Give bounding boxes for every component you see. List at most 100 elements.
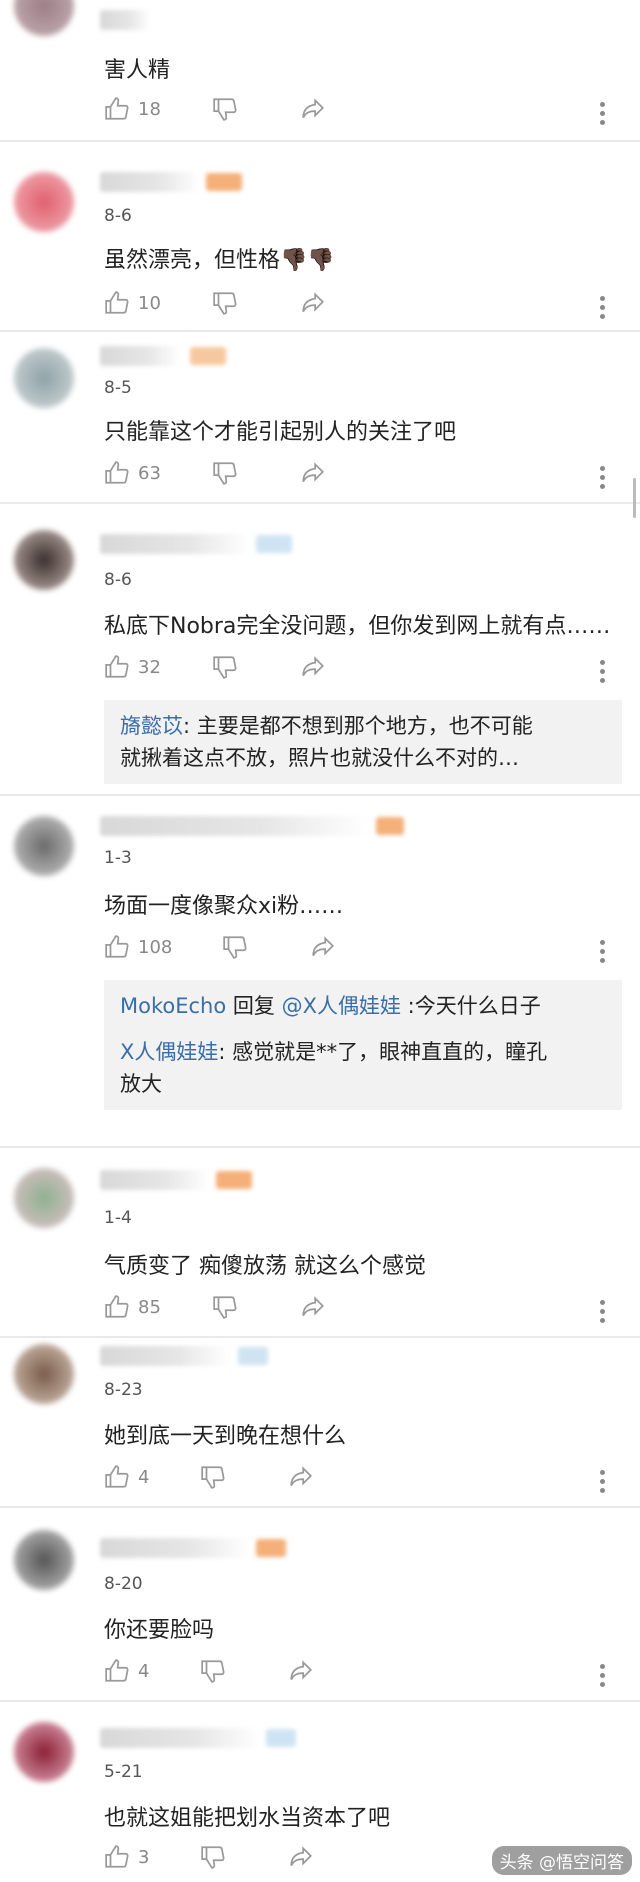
like-button[interactable]: 18 [104, 96, 161, 122]
thumbs-down-icon [201, 1846, 225, 1869]
username-blurred[interactable] [100, 10, 150, 30]
like-button[interactable]: 63 [104, 460, 161, 486]
share-button[interactable] [300, 1294, 326, 1320]
like-button[interactable]: 4 [104, 1464, 149, 1490]
like-button[interactable]: 108 [104, 934, 172, 960]
share-button[interactable] [288, 1844, 314, 1870]
username-blurred[interactable] [100, 534, 250, 554]
dislike-button[interactable] [222, 934, 248, 960]
dislike-button[interactable] [212, 654, 238, 680]
like-button[interactable]: 85 [104, 1294, 161, 1320]
comment-text: 害人精 [104, 58, 171, 83]
username-blurred[interactable] [100, 172, 200, 192]
user-badge [190, 347, 226, 365]
like-button[interactable]: 10 [104, 290, 161, 316]
thumbs-up-icon [105, 97, 129, 120]
avatar[interactable] [14, 1344, 74, 1404]
reply-target[interactable]: @X人偶娃娃 [282, 994, 401, 1018]
avatar[interactable] [14, 1722, 74, 1782]
username-blurred[interactable] [100, 346, 180, 366]
more-dots-icon[interactable] [600, 1300, 608, 1323]
share-button[interactable] [288, 1658, 314, 1684]
like-count: 4 [138, 1466, 150, 1488]
more-dots-icon[interactable] [600, 296, 608, 319]
reply-box[interactable]: 旖懿苡: 主要是都不想到那个地方，也不可能 就揪着这点不放，照片也就没什么不对的… [104, 700, 622, 784]
username-blurred[interactable] [100, 1538, 250, 1558]
dislike-button[interactable] [212, 460, 238, 486]
like-button[interactable]: 3 [104, 1844, 149, 1870]
comment-date: 8-5 [104, 378, 132, 398]
like-count: 85 [138, 1296, 161, 1318]
dislike-button[interactable] [200, 1658, 226, 1684]
comment-list-page: 害人精 18 8-6 虽然漂亮，但性格👎🏿👎🏿 10 8-5 只能靠这个才能引起… [0, 0, 640, 1882]
reply-label: 回复 [226, 994, 282, 1018]
comment-item: 8-6 虽然漂亮，但性格👎🏿👎🏿 10 [0, 142, 640, 332]
avatar[interactable] [14, 530, 74, 590]
reply-username[interactable]: 旖懿苡 [120, 714, 183, 738]
comment-actions: 63 [0, 460, 640, 494]
scrollbar[interactable] [633, 478, 636, 518]
thumbs-down-icon [213, 1296, 237, 1319]
thumbs-up-icon [105, 655, 129, 678]
comment-actions: 108 [0, 934, 640, 968]
comment-date: 8-6 [104, 206, 132, 226]
share-button[interactable] [300, 654, 326, 680]
avatar[interactable] [14, 1168, 74, 1228]
thumbs-up-icon [105, 461, 129, 484]
like-button[interactable]: 32 [104, 654, 161, 680]
username-blurred[interactable] [100, 1728, 260, 1748]
like-button[interactable]: 4 [104, 1658, 149, 1684]
avatar[interactable] [14, 348, 74, 408]
like-count: 108 [138, 936, 173, 958]
comment-text: 私底下Nobra完全没问题，但你发到网上就有点…… [104, 614, 611, 639]
share-button[interactable] [300, 460, 326, 486]
reply-text: : 感觉就是**了，眼神直直的，瞳孔 [218, 1040, 548, 1064]
share-icon [302, 1296, 324, 1317]
comment-actions: 4 [0, 1464, 640, 1498]
more-dots-icon[interactable] [600, 940, 608, 963]
reply-line: 旖懿苡: 主要是都不想到那个地方，也不可能 [120, 710, 606, 742]
reply-box[interactable]: MokoEcho 回复 @X人偶娃娃 :今天什么日子 X人偶娃娃: 感觉就是**… [104, 980, 622, 1110]
username-blurred[interactable] [100, 1346, 230, 1366]
share-button[interactable] [310, 934, 336, 960]
like-count: 3 [138, 1846, 150, 1868]
comment-item: 8-6 私底下Nobra完全没问题，但你发到网上就有点…… 32 旖懿苡: 主要… [0, 504, 640, 796]
dislike-button[interactable] [212, 96, 238, 122]
user-badge [266, 1729, 296, 1747]
share-icon [290, 1466, 312, 1487]
thumbs-down-icon [213, 292, 237, 315]
dislike-button[interactable] [200, 1464, 226, 1490]
comment-item: 1-3 场面一度像聚众xi粉…… 108 MokoEcho 回复 @X人偶娃娃 … [0, 796, 640, 1148]
share-icon [290, 1660, 312, 1681]
share-button[interactable] [300, 96, 326, 122]
dislike-button[interactable] [212, 290, 238, 316]
username-blurred[interactable] [100, 816, 370, 836]
comment-actions: 32 [0, 654, 640, 688]
comment-text: 虽然漂亮，但性格👎🏿👎🏿 [104, 242, 335, 274]
more-dots-icon[interactable] [600, 660, 608, 683]
avatar[interactable] [14, 0, 74, 36]
share-icon [302, 292, 324, 313]
avatar[interactable] [14, 1530, 74, 1590]
more-dots-icon[interactable] [600, 1470, 608, 1493]
dislike-button[interactable] [212, 1294, 238, 1320]
avatar[interactable] [14, 816, 74, 876]
more-dots-icon[interactable] [600, 1664, 608, 1687]
like-count: 4 [138, 1660, 150, 1682]
thumbs-down-icon [213, 462, 237, 485]
more-dots-icon[interactable] [600, 466, 608, 489]
reply-username[interactable]: MokoEcho [120, 994, 226, 1018]
reply-username[interactable]: X人偶娃娃 [120, 1040, 218, 1064]
dislike-button[interactable] [200, 1844, 226, 1870]
thumbs-up-icon [105, 1659, 129, 1682]
avatar[interactable] [14, 172, 74, 232]
username-blurred[interactable] [100, 1170, 210, 1190]
reply-line: X人偶娃娃: 感觉就是**了，眼神直直的，瞳孔 [120, 1036, 606, 1068]
like-count: 10 [138, 292, 161, 314]
share-button[interactable] [288, 1464, 314, 1490]
comment-actions: 10 [0, 290, 640, 324]
thumbs-down-emoji: 👎🏿👎🏿 [280, 248, 335, 273]
share-button[interactable] [300, 290, 326, 316]
more-dots-icon[interactable] [600, 102, 608, 125]
comment-item: 8-23 她到底一天到晚在想什么 4 [0, 1338, 640, 1508]
